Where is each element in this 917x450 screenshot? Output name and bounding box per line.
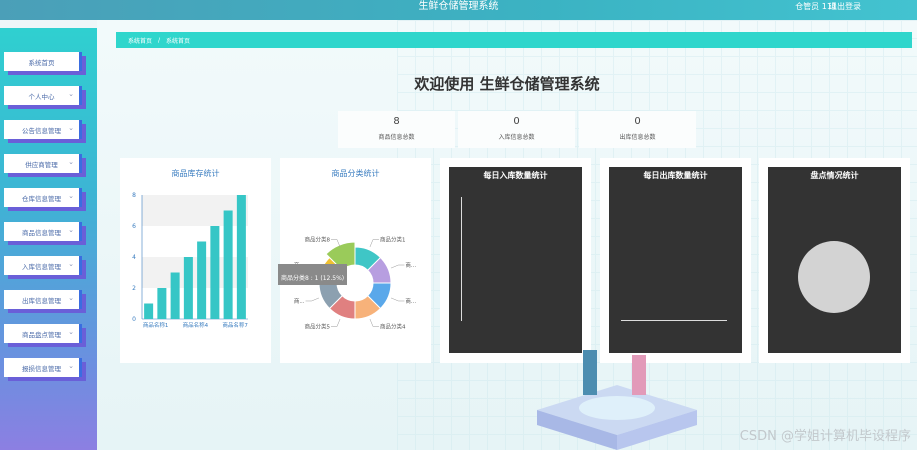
chevron-down-icon: ⌄	[68, 192, 74, 200]
card-title: 商品分类统计	[331, 169, 380, 178]
pie-label: 商...	[294, 297, 305, 305]
logout-link[interactable]: 退出登录	[829, 1, 861, 13]
chevron-down-icon: ⌄	[68, 328, 74, 336]
chart-tooltip: 商品分类8 : 1 (12.5%)	[278, 264, 348, 285]
breadcrumb-home[interactable]: 系统首页	[128, 36, 152, 45]
sidebar-item-label: 入库信息管理	[22, 262, 61, 271]
card-stocktake: 盘点情况统计	[759, 158, 910, 363]
decorative-illustration	[537, 350, 697, 450]
y-tick-label: 4	[132, 254, 136, 261]
daily-out-panel: 每日出库数量统计	[609, 167, 742, 353]
top-bar: 生鲜仓储管理系统 仓管员 111 退出登录	[0, 0, 917, 20]
inventory-bar-chart: 0 2 4 6 8 商品名称1 商品名称4 商品名称7	[132, 192, 248, 329]
pie-label: 商品分类1	[380, 236, 406, 244]
bar	[236, 195, 246, 319]
chevron-down-icon: ⌄	[68, 124, 74, 132]
sidebar-item-warehouse[interactable]: 仓库信息管理 ⌄	[4, 188, 82, 207]
stocktake-panel: 盘点情况统计	[768, 167, 901, 353]
sidebar-item-home[interactable]: 系统首页	[4, 52, 82, 71]
sidebar-item-inbound[interactable]: 入库信息管理 ⌄	[4, 256, 82, 275]
watermark: CSDN @学姐计算机毕设程序	[739, 429, 911, 444]
pie-label: 商...	[405, 261, 416, 269]
stat-goods-total: 8 商品信息总数	[338, 111, 455, 148]
y-tick-label: 8	[132, 192, 136, 199]
y-tick-label: 6	[132, 223, 136, 230]
pie-label-line	[369, 239, 379, 248]
pie-label: 商...	[405, 297, 416, 305]
bar	[210, 226, 220, 319]
chevron-down-icon: ⌄	[68, 362, 74, 370]
sidebar-item-stocktake[interactable]: 商品盘点管理 ⌄	[4, 324, 82, 343]
x-axis-line	[621, 320, 727, 321]
bar	[157, 288, 167, 319]
x-tick-label: 商品名称7	[222, 321, 248, 329]
y-axis-line	[461, 197, 462, 321]
sidebar-item-label: 个人中心	[28, 92, 55, 101]
card-title: 商品库存统计	[171, 169, 220, 178]
welcome-title: 欢迎使用 生鲜仓储管理系统	[414, 75, 600, 93]
sidebar-item-label: 供应商管理	[25, 160, 58, 169]
pie-label: 商品分类5	[305, 322, 331, 330]
stat-value: 0	[513, 116, 520, 127]
pie-label-line	[305, 297, 320, 302]
x-tick-label: 商品名称1	[143, 321, 169, 329]
card-daily-out: 每日出库数量统计	[600, 158, 751, 363]
stat-inbound-total: 0 入库信息总数	[458, 111, 575, 148]
card-category: 商品分类统计 商品分类1商...商...商品分类4商品分类5商...商...商品…	[278, 158, 431, 363]
bar	[144, 303, 154, 319]
sidebar-item-label: 系统首页	[28, 58, 55, 67]
stat-label: 商品信息总数	[378, 134, 415, 141]
stat-value: 8	[393, 116, 400, 127]
bar	[170, 272, 180, 319]
sidebar-item-outbound[interactable]: 出库信息管理 ⌄	[4, 290, 82, 309]
bar	[183, 257, 193, 319]
tooltip-text: 商品分类8 : 1 (12.5%)	[281, 275, 345, 282]
stat-outbound-total: 0 出库信息总数	[579, 111, 696, 148]
app-title: 生鲜仓储管理系统	[418, 1, 499, 12]
pie-label-line	[390, 264, 405, 269]
chevron-down-icon: ⌄	[68, 260, 74, 268]
breadcrumb-current: 系统首页	[166, 37, 191, 45]
chevron-down-icon: ⌄	[68, 158, 74, 166]
card-inventory: 商品库存统计 0 2 4 6 8 商品名称1 商品名称4 商品名称7	[120, 158, 271, 363]
card-title: 盘点情况统计	[810, 171, 859, 180]
card-daily-in: 每日入库数量统计	[440, 158, 591, 363]
main-content: 系统首页 / 系统首页 欢迎使用 生鲜仓储管理系统 8 商品信息总数 0 入库信…	[97, 20, 917, 450]
daily-in-panel: 每日入库数量统计	[449, 167, 582, 353]
category-pie-chart: 商品分类1商...商...商品分类4商品分类5商...商...商品分类8	[294, 236, 417, 331]
empty-pie	[798, 241, 870, 313]
pie-label: 商品分类4	[380, 322, 406, 330]
y-tick-label: 2	[132, 285, 136, 292]
stat-label: 出库信息总数	[619, 134, 656, 141]
sidebar-item-label: 仓库信息管理	[22, 194, 61, 203]
sidebar-item-profile[interactable]: 个人中心 ⌄	[4, 86, 82, 105]
sidebar-item-loss[interactable]: 报损信息管理 ⌄	[4, 358, 82, 377]
sidebar-item-label: 公告信息管理	[22, 126, 61, 135]
sidebar-item-label: 出库信息管理	[22, 296, 61, 305]
chevron-down-icon: ⌄	[68, 90, 74, 98]
x-tick-label: 商品名称4	[183, 321, 209, 329]
pie-label: 商品分类8	[305, 236, 331, 244]
y-tick-label: 0	[132, 316, 136, 323]
pie-label-line	[369, 318, 379, 327]
pie-label-line	[390, 297, 405, 302]
sidebar-item-goods[interactable]: 商品信息管理 ⌄	[4, 222, 82, 241]
card-title: 每日入库数量统计	[483, 171, 548, 180]
chevron-down-icon: ⌄	[68, 226, 74, 234]
sidebar-item-label: 商品信息管理	[22, 228, 61, 237]
sidebar-item-notice[interactable]: 公告信息管理 ⌄	[4, 120, 82, 139]
chevron-down-icon: ⌄	[68, 294, 74, 302]
card-title: 每日出库数量统计	[643, 171, 708, 180]
pie-label-line	[331, 318, 341, 327]
bar	[197, 241, 207, 319]
bar	[223, 210, 233, 319]
stat-label: 入库信息总数	[498, 134, 535, 141]
sidebar-item-label: 报损信息管理	[22, 364, 61, 373]
sidebar-item-label: 商品盘点管理	[22, 330, 61, 339]
stat-value: 0	[634, 116, 641, 127]
breadcrumb: 系统首页 / 系统首页	[116, 32, 912, 48]
sidebar-item-supplier[interactable]: 供应商管理 ⌄	[4, 154, 82, 173]
breadcrumb-separator: /	[158, 36, 161, 44]
sidebar: 系统首页 个人中心 ⌄ 公告信息管理 ⌄ 供应商管理 ⌄ 仓库信息管理 ⌄ 商品…	[0, 28, 97, 450]
